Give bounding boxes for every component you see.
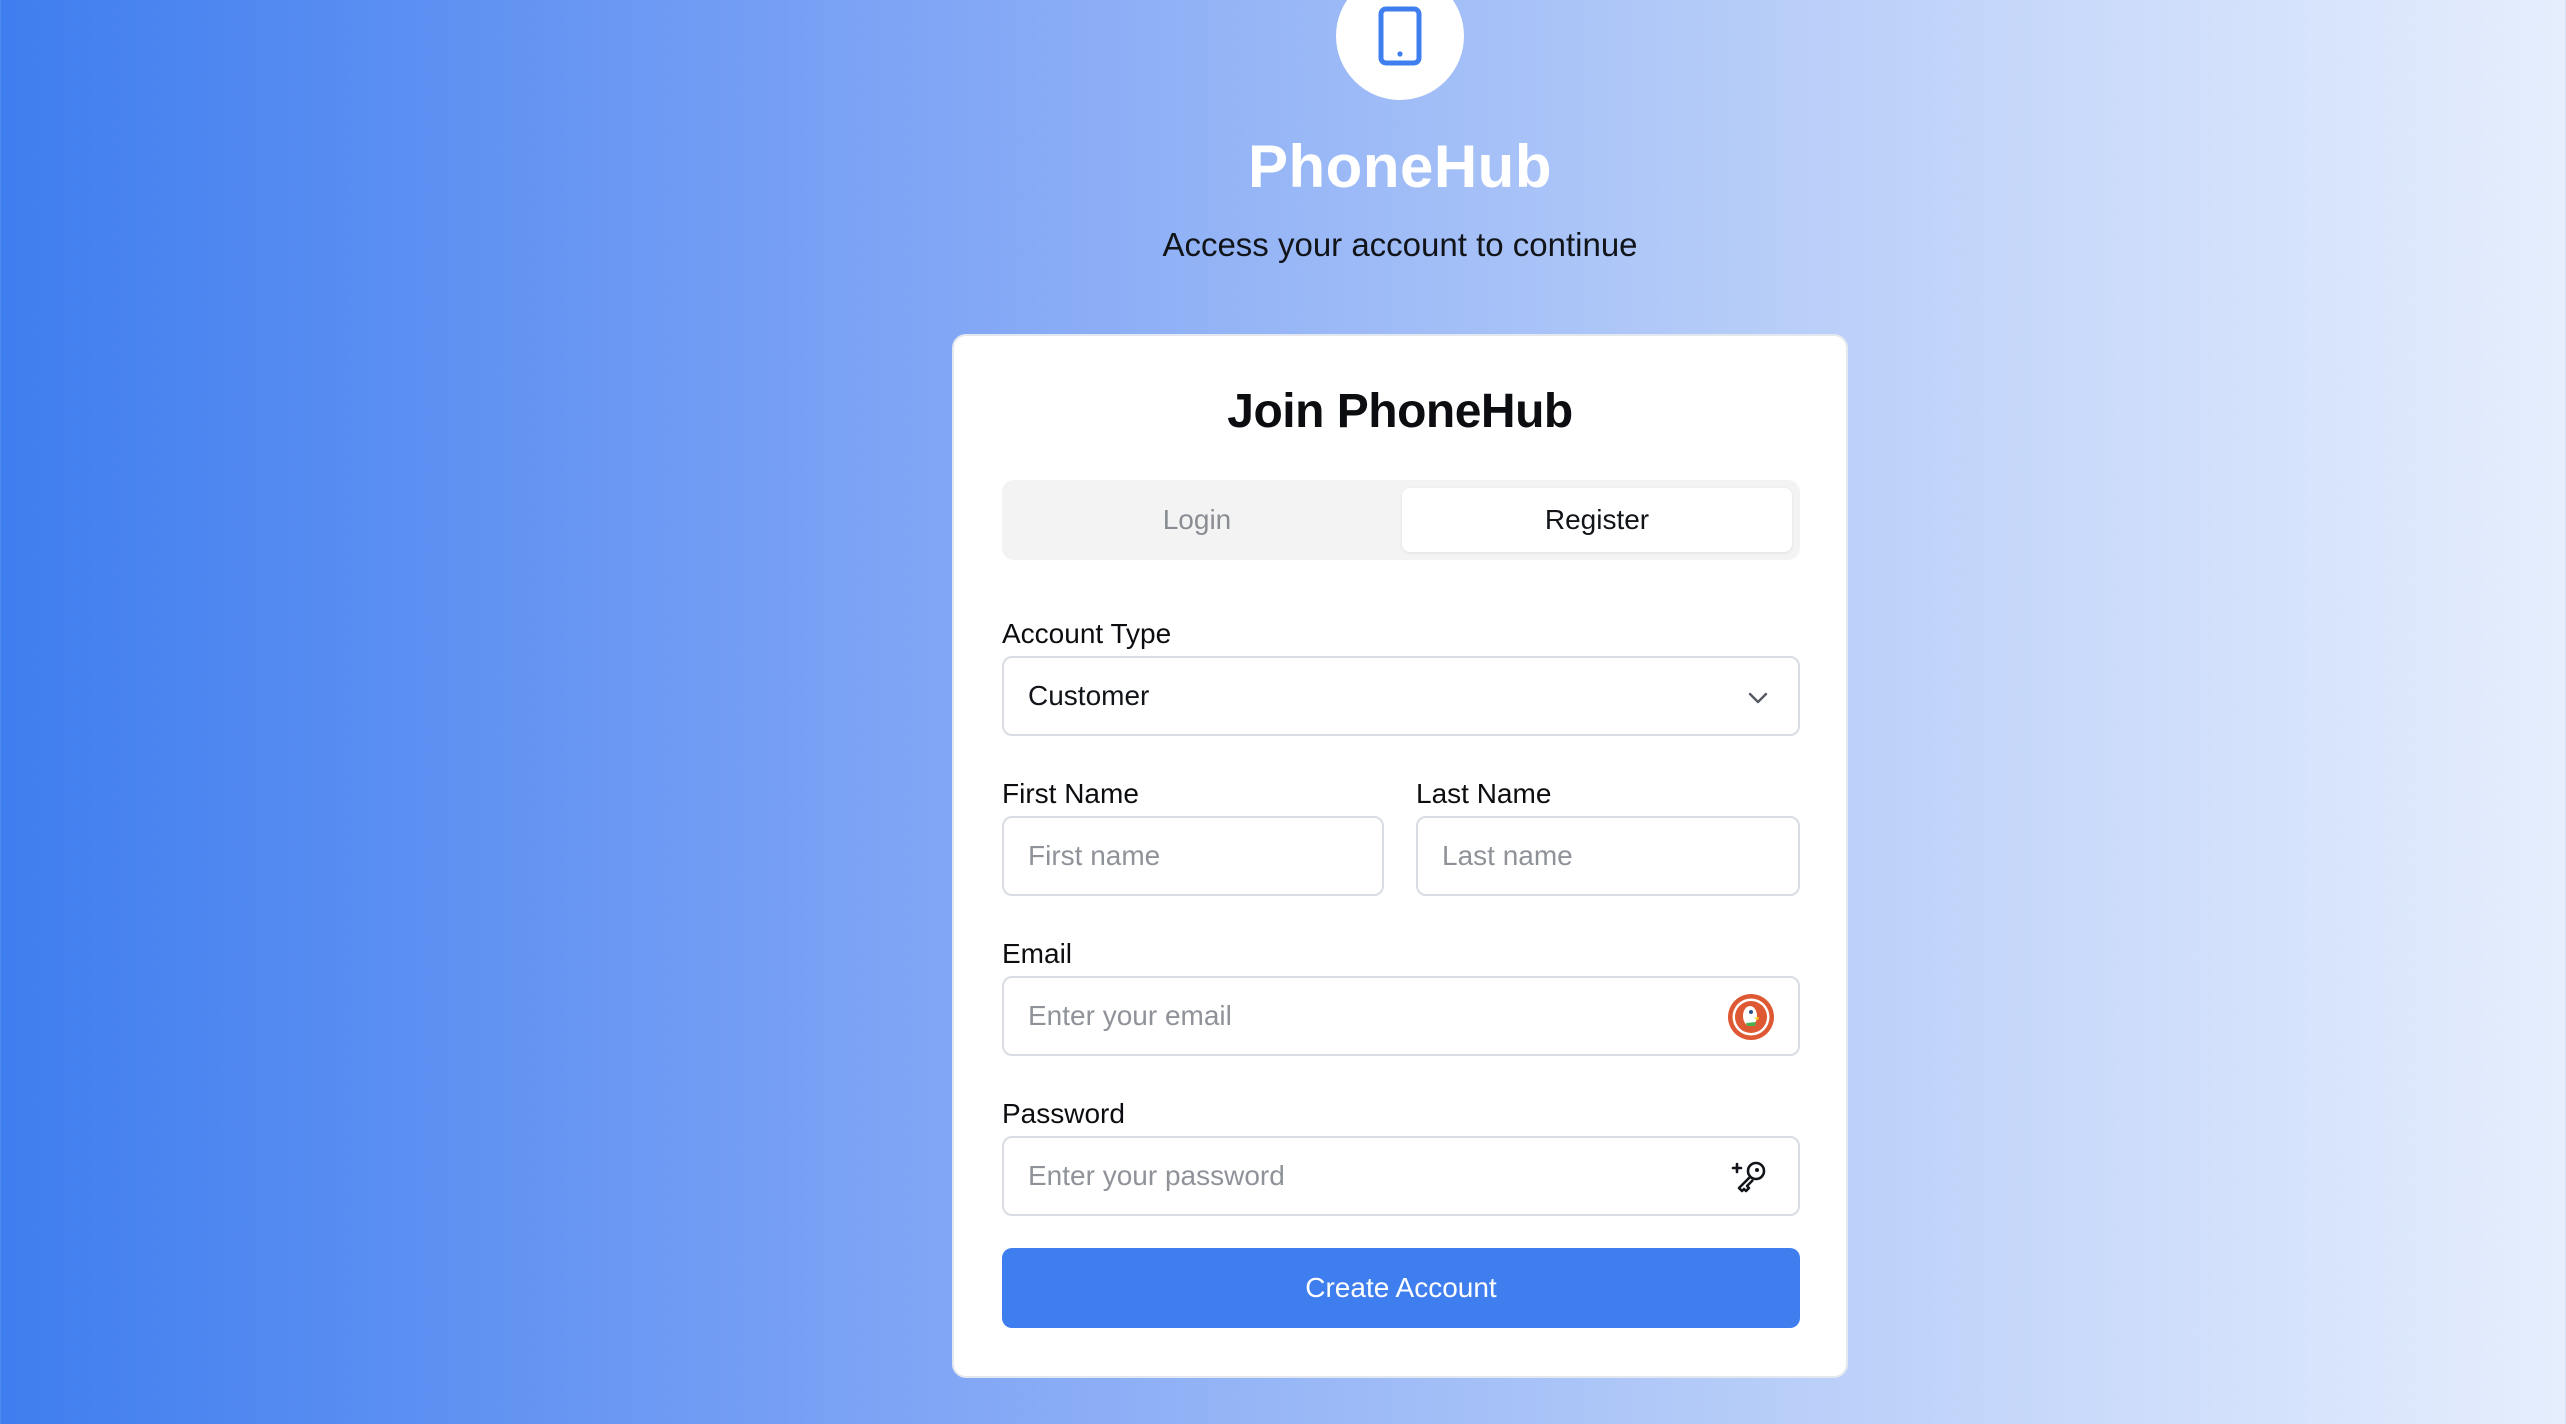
password-label: Password xyxy=(1002,1098,1125,1129)
first-name-field-wrap xyxy=(1002,816,1384,896)
last-name-input[interactable] xyxy=(1442,840,1798,872)
email-label: Email xyxy=(1002,938,1073,969)
auth-tabs: Login Register xyxy=(1002,480,1800,560)
last-name-field-wrap xyxy=(1416,816,1800,896)
email-input[interactable] xyxy=(1028,1000,1708,1032)
register-card: Join PhoneHub Login Register Account Typ… xyxy=(952,334,1848,1378)
email-field-wrap xyxy=(1002,976,1800,1056)
account-type-select[interactable]: Customer xyxy=(1002,656,1800,736)
create-account-button[interactable]: Create Account xyxy=(1002,1248,1800,1328)
password-field-wrap xyxy=(1002,1136,1800,1216)
account-type-value: Customer xyxy=(1028,680,1150,711)
brand-title: PhoneHub xyxy=(1248,133,1552,200)
duckduckgo-icon[interactable] xyxy=(1726,992,1776,1042)
first-name-label: First Name xyxy=(1002,778,1139,809)
account-type-label: Account Type xyxy=(1002,618,1172,649)
last-name-label: Last Name xyxy=(1416,778,1552,809)
card-title: Join PhoneHub xyxy=(1227,385,1573,438)
logo-badge xyxy=(1336,0,1464,100)
password-input[interactable] xyxy=(1028,1160,1708,1192)
brand-tagline: Access your account to continue xyxy=(1162,226,1638,263)
tab-login[interactable]: Login xyxy=(1002,488,1392,552)
tab-register[interactable]: Register xyxy=(1402,488,1792,552)
key-plus-icon[interactable] xyxy=(1726,1152,1776,1202)
first-name-input[interactable] xyxy=(1028,840,1382,872)
smartphone-icon xyxy=(1378,6,1422,66)
chevron-down-icon xyxy=(1748,692,1768,704)
